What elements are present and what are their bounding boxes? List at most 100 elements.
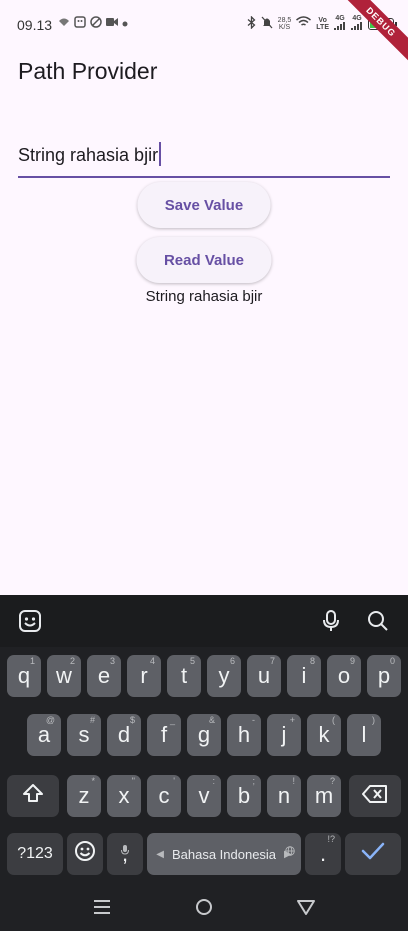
key-label: e bbox=[97, 663, 111, 688]
read-value-label: Read Value bbox=[163, 251, 245, 269]
key-hint: + bbox=[289, 715, 295, 725]
key-g[interactable]: & g bbox=[187, 714, 221, 756]
backspace-key[interactable] bbox=[349, 775, 401, 817]
key-hint: ! bbox=[292, 776, 295, 786]
key-s[interactable]: # s bbox=[67, 714, 101, 756]
text-input-value[interactable]: String rahasia bjir bbox=[18, 142, 162, 166]
dot-icon bbox=[122, 18, 128, 30]
key-r[interactable]: 4r bbox=[127, 655, 161, 697]
key-x[interactable]: " x bbox=[107, 775, 141, 817]
key-hint: 5 bbox=[189, 656, 195, 666]
key-b[interactable]: ; b bbox=[227, 775, 261, 817]
key-label: d bbox=[117, 722, 131, 747]
app-notification-icon bbox=[74, 16, 86, 31]
recents-icon[interactable] bbox=[92, 897, 112, 922]
sticker-icon[interactable] bbox=[18, 609, 42, 633]
key-p[interactable]: 0p bbox=[367, 655, 401, 697]
emoji-icon bbox=[74, 840, 96, 868]
key-i[interactable]: 8i bbox=[287, 655, 321, 697]
text-input-field[interactable]: String rahasia bjir bbox=[18, 128, 390, 178]
key-hint: 4 bbox=[149, 656, 155, 666]
key-hint: ( bbox=[332, 715, 335, 725]
key-e[interactable]: 3e bbox=[87, 655, 121, 697]
key-j[interactable]: + j bbox=[267, 714, 301, 756]
key-label: b bbox=[237, 783, 251, 808]
comma-key[interactable]: , bbox=[107, 833, 143, 875]
key-w[interactable]: 2w bbox=[47, 655, 81, 697]
net2-label: 4G bbox=[352, 15, 362, 22]
shift-key[interactable] bbox=[7, 775, 59, 817]
key-o[interactable]: 9o bbox=[327, 655, 361, 697]
signal-1: 4G bbox=[334, 15, 346, 32]
home-icon[interactable] bbox=[194, 897, 214, 922]
key-label: v bbox=[198, 783, 210, 808]
key-hint: ) bbox=[372, 715, 375, 725]
key-c[interactable]: ' c bbox=[147, 775, 181, 817]
status-left-icons bbox=[58, 16, 128, 31]
save-value-label: Save Value bbox=[164, 196, 244, 214]
system-navigation-bar bbox=[0, 885, 408, 931]
key-y[interactable]: 6y bbox=[207, 655, 241, 697]
status-time: 09.13 bbox=[17, 17, 53, 33]
symbols-key[interactable]: ?123 bbox=[7, 833, 63, 875]
key-hint: _ bbox=[169, 715, 175, 725]
key-z[interactable]: * z bbox=[67, 775, 101, 817]
key-hint: 9 bbox=[349, 656, 355, 666]
save-value-button[interactable]: Save Value bbox=[137, 182, 271, 228]
key-label: p bbox=[377, 663, 391, 688]
key-f[interactable]: _ f bbox=[147, 714, 181, 756]
key-hint: : bbox=[212, 776, 215, 786]
mic-icon[interactable] bbox=[319, 609, 343, 633]
key-hint: 8 bbox=[309, 656, 315, 666]
period-key[interactable]: !? . bbox=[305, 833, 341, 875]
key-label: n bbox=[277, 783, 291, 808]
read-result-text: String rahasia bjir bbox=[145, 288, 263, 305]
key-a[interactable]: @ a bbox=[27, 714, 61, 756]
wifi-lock-icon bbox=[58, 17, 70, 30]
signal-2: 4G bbox=[351, 15, 363, 32]
space-left-arrow-icon: ◀ bbox=[156, 848, 164, 860]
key-label: y bbox=[218, 663, 230, 688]
volte-indicator: Vo LTE bbox=[316, 17, 329, 31]
key-k[interactable]: (k bbox=[307, 714, 341, 756]
key-label: j bbox=[281, 722, 287, 747]
dnd-icon bbox=[90, 16, 102, 31]
key-hint: " bbox=[131, 776, 135, 786]
emoji-key[interactable] bbox=[67, 833, 103, 875]
read-value-button[interactable]: Read Value bbox=[136, 237, 272, 283]
key-label: g bbox=[197, 722, 211, 747]
key-hint: 7 bbox=[269, 656, 275, 666]
search-icon[interactable] bbox=[366, 609, 390, 633]
signal-bars-icon bbox=[351, 22, 362, 30]
status-bar: 09.13 28,5 K/S Vo LTE 4G 4G bbox=[0, 0, 408, 50]
key-hint: 3 bbox=[109, 656, 115, 666]
key-label: u bbox=[257, 663, 271, 688]
key-m[interactable]: ? m bbox=[307, 775, 341, 817]
net-speed: 28,5 K/S bbox=[278, 17, 292, 31]
key-label: f bbox=[160, 722, 168, 747]
key-v[interactable]: :v bbox=[187, 775, 221, 817]
key-hint: @ bbox=[45, 715, 55, 725]
key-hint: ; bbox=[252, 776, 255, 786]
key-label: a bbox=[37, 722, 51, 747]
key-label: k bbox=[318, 722, 330, 747]
enter-key[interactable] bbox=[345, 833, 401, 875]
key-hint: ' bbox=[173, 776, 175, 786]
back-icon[interactable] bbox=[296, 897, 316, 922]
key-l[interactable]: ) l bbox=[347, 714, 381, 756]
key-t[interactable]: 5t bbox=[167, 655, 201, 697]
key-h[interactable]: -h bbox=[227, 714, 261, 756]
key-label: l bbox=[361, 722, 367, 747]
key-u[interactable]: 7u bbox=[247, 655, 281, 697]
key-q[interactable]: 1q bbox=[7, 655, 41, 697]
key-d[interactable]: $ d bbox=[107, 714, 141, 756]
shift-icon bbox=[22, 782, 44, 810]
key-label: s bbox=[78, 722, 90, 747]
bluetooth-icon bbox=[247, 14, 256, 32]
space-key[interactable]: ◀ Bahasa Indonesia ▶ bbox=[147, 833, 301, 875]
volte-bottom: LTE bbox=[316, 23, 329, 31]
video-icon bbox=[106, 17, 118, 30]
backspace-icon bbox=[362, 783, 388, 809]
check-icon bbox=[361, 841, 385, 867]
key-n[interactable]: ! n bbox=[267, 775, 301, 817]
